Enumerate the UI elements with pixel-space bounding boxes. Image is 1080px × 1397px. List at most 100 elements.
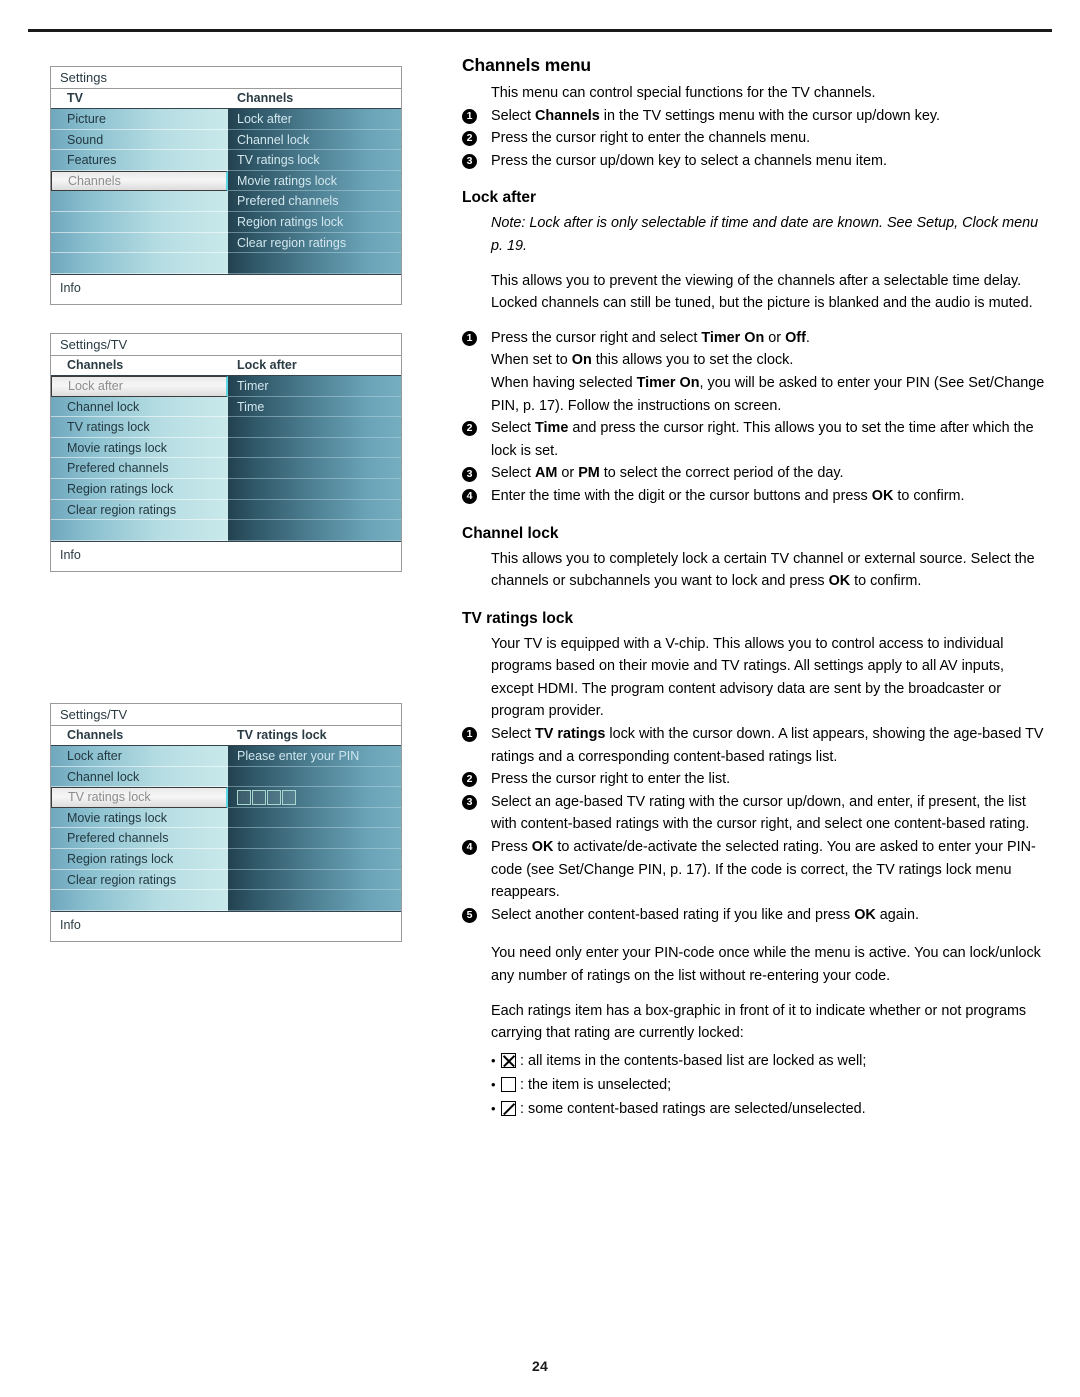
step-text: Press the cursor right and select Timer … — [491, 329, 1045, 414]
osd-info-bar: Info — [51, 910, 401, 941]
section-heading-channel-lock: Channel lock — [462, 524, 559, 542]
osd-pin-prompt: Please enter your PIN — [228, 746, 401, 767]
step-number: 2 — [462, 131, 477, 147]
pin-box-2[interactable] — [252, 790, 266, 806]
osd-title: Settings — [51, 67, 401, 89]
osd-left-rows: Lock after Channel lock TV ratings lock … — [51, 376, 228, 541]
step-text: Press OK to activate/de-activate the sel… — [491, 839, 1036, 901]
checkbox-checked-icon — [501, 1053, 516, 1069]
osd-right-header: TV ratings lock — [228, 726, 401, 746]
osd-title: Settings/TV — [51, 334, 401, 356]
osd-left-item — [51, 253, 228, 274]
osd-columns: TV Picture Sound Features Channels Chann… — [51, 89, 401, 274]
osd-panel-settings-channels: Settings TV Picture Sound Features Chann… — [50, 66, 402, 305]
osd-left-item-selected[interactable]: Lock after — [51, 376, 228, 397]
osd-right-rows: Please enter your PIN — [228, 746, 401, 911]
pin-box-3[interactable] — [267, 790, 281, 806]
osd-left-item[interactable]: Prefered channels — [51, 458, 228, 479]
list-item: 5 Select another content-based rating if… — [462, 904, 1046, 927]
osd-info-bar: Info — [51, 273, 401, 304]
osd-right-item — [228, 808, 401, 829]
osd-left-item-selected[interactable]: Channels — [51, 170, 228, 192]
list-item: 4 Press OK to activate/de-activate the s… — [462, 836, 1046, 904]
lock-after-body: This allows you to prevent the viewing o… — [491, 272, 1033, 312]
tv-ratings-lock-body: Your TV is equipped with a V-chip. This … — [491, 635, 1005, 720]
osd-right-column: TV ratings lock Please enter your PIN — [228, 726, 401, 911]
osd-left-item — [51, 520, 228, 541]
osd-right-item[interactable]: Clear region ratings — [228, 233, 401, 254]
step-number: 5 — [462, 908, 477, 923]
pin-box-1[interactable] — [237, 790, 251, 806]
document-body: Channels menu This menu can control spec… — [462, 55, 1046, 1121]
list-item: 3 Select an age-based TV rating with the… — [462, 791, 1046, 836]
pin-box-4[interactable] — [282, 790, 296, 806]
osd-left-item[interactable]: Lock after — [51, 746, 228, 767]
osd-left-item[interactable]: Channel lock — [51, 397, 228, 418]
osd-right-item[interactable]: Lock after — [228, 109, 401, 130]
osd-right-item — [228, 870, 401, 891]
pin-box-group[interactable] — [237, 790, 401, 806]
list-item: • : some content-based ratings are selec… — [491, 1097, 1046, 1121]
osd-left-item[interactable]: Picture — [51, 109, 228, 130]
legend-text: : some content-based ratings are selecte… — [520, 1100, 866, 1117]
osd-left-item-selected[interactable]: TV ratings lock — [51, 787, 228, 808]
osd-left-item[interactable]: Clear region ratings — [51, 870, 228, 891]
osd-right-header: Channels — [228, 89, 401, 109]
step-number: 1 — [462, 727, 477, 743]
osd-right-item[interactable]: Movie ratings lock — [228, 171, 401, 192]
step-number: 3 — [462, 466, 477, 482]
osd-left-item[interactable]: Sound — [51, 130, 228, 151]
osd-left-item[interactable]: TV ratings lock — [51, 417, 228, 438]
osd-left-rows: Picture Sound Features Channels — [51, 109, 228, 274]
step-text: Press the cursor right to enter the list… — [491, 771, 731, 788]
osd-right-item[interactable]: Channel lock — [228, 130, 401, 151]
step-text: Select an age-based TV rating with the c… — [491, 793, 1030, 833]
step-text: Select Time and press the cursor right. … — [491, 420, 1034, 459]
osd-right-column: Lock after Timer Time — [228, 356, 401, 541]
lock-after-step-list: 1 Press the cursor right and select Time… — [462, 327, 1046, 508]
lock-after-note: Note: Lock after is only selectable if t… — [491, 215, 1039, 254]
step-number: 1 — [462, 108, 477, 124]
osd-right-item[interactable]: Prefered channels — [228, 191, 401, 212]
osd-left-column: Channels Lock after Channel lock TV rati… — [51, 726, 228, 911]
list-item: • : the item is unselected; — [491, 1073, 1046, 1097]
tv-ratings-step-list: 1 Select TV ratings lock with the cursor… — [462, 723, 1046, 926]
osd-right-item — [228, 828, 401, 849]
channel-lock-body: This allows you to completely lock a cer… — [491, 550, 1035, 590]
closing-paragraph-2: Each ratings item has a box-graphic in f… — [491, 1002, 1027, 1042]
osd-right-item[interactable]: Time — [228, 397, 401, 418]
step-text: Enter the time with the digit or the cur… — [491, 487, 965, 504]
osd-left-item[interactable]: Movie ratings lock — [51, 438, 228, 459]
osd-right-item[interactable]: Region ratings lock — [228, 212, 401, 233]
list-item: 1 Press the cursor right and select Time… — [462, 327, 1046, 417]
osd-right-item — [228, 479, 401, 500]
osd-right-header: Lock after — [228, 356, 401, 376]
osd-left-item[interactable]: Region ratings lock — [51, 479, 228, 500]
osd-right-item — [228, 417, 401, 438]
osd-title: Settings/TV — [51, 704, 401, 726]
osd-left-item[interactable]: Region ratings lock — [51, 849, 228, 870]
legend-text: : the item is unselected; — [520, 1076, 672, 1093]
page-number: 24 — [532, 1358, 548, 1374]
osd-left-item[interactable]: Movie ratings lock — [51, 808, 228, 829]
osd-pin-entry[interactable] — [228, 787, 401, 808]
osd-left-item[interactable]: Prefered channels — [51, 828, 228, 849]
osd-right-item — [228, 500, 401, 521]
list-item: 1 Select TV ratings lock with the cursor… — [462, 723, 1046, 768]
step-number: 4 — [462, 489, 477, 505]
osd-right-item[interactable]: TV ratings lock — [228, 150, 401, 171]
bullet-icon: • — [491, 1076, 496, 1092]
osd-left-item[interactable]: Features — [51, 150, 228, 171]
step-text: Press the cursor right to enter the chan… — [491, 130, 811, 147]
osd-left-item — [51, 212, 228, 233]
closing-paragraph-1: You need only enter your PIN-code once w… — [491, 945, 1041, 984]
osd-right-item[interactable]: Timer — [228, 376, 401, 397]
list-item: • : all items in the contents-based list… — [491, 1049, 1046, 1073]
osd-left-item[interactable]: Clear region ratings — [51, 500, 228, 521]
osd-columns: Channels Lock after Channel lock TV rati… — [51, 356, 401, 541]
osd-right-item — [228, 849, 401, 870]
osd-info-bar: Info — [51, 540, 401, 571]
bullet-icon: • — [491, 1100, 496, 1116]
osd-left-item[interactable]: Channel lock — [51, 767, 228, 788]
osd-right-item — [228, 520, 401, 541]
